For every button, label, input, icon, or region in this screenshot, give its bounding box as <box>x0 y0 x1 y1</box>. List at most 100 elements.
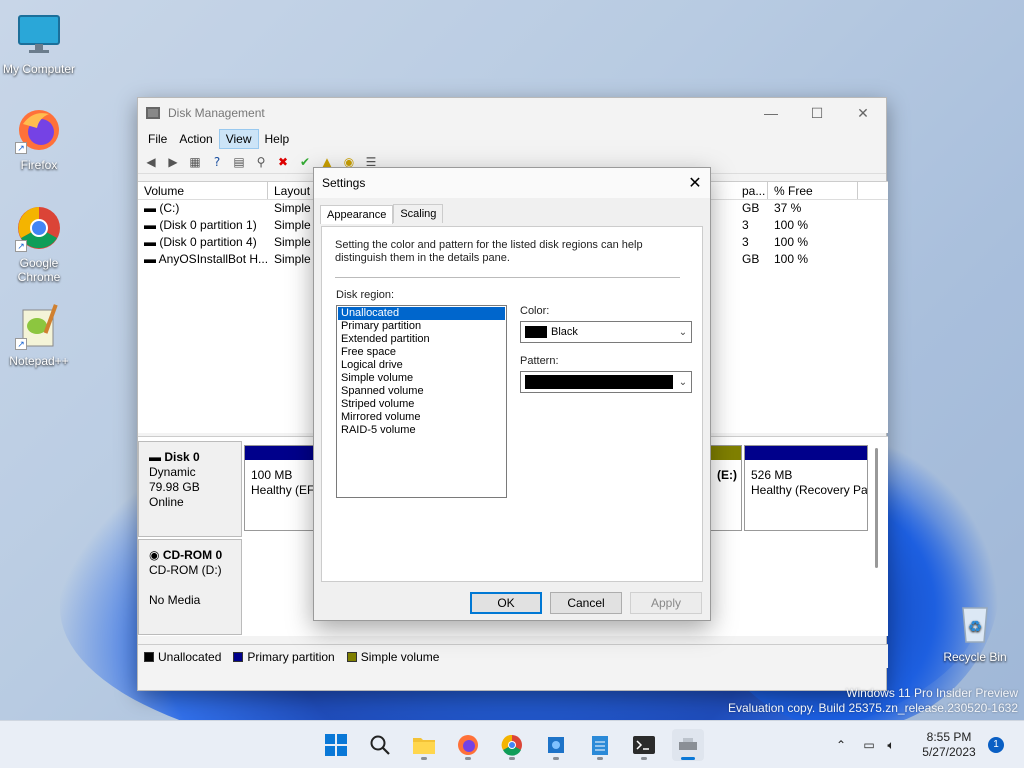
notepad-icon[interactable] <box>584 729 616 761</box>
desktop-icon-label: My Computer <box>2 62 76 76</box>
help-icon[interactable]: ? <box>208 154 226 170</box>
list-item[interactable]: Simple volume <box>338 372 505 385</box>
desktop-icon-notepadpp[interactable]: ↗ Notepad++ <box>0 302 78 368</box>
cancel-button[interactable]: Cancel <box>550 592 622 614</box>
row-free: 100 % <box>774 218 809 232</box>
network-icon[interactable]: ▭ <box>858 738 880 752</box>
pattern-select[interactable]: ⌄ <box>520 371 692 393</box>
shortcut-arrow-icon: ↗ <box>15 240 27 252</box>
desktop-icon-chrome[interactable]: ↗ Google Chrome <box>0 204 78 284</box>
list-item[interactable]: RAID-5 volume <box>338 424 505 437</box>
connect-icon[interactable]: ⚲ <box>252 154 270 170</box>
terminal-icon[interactable] <box>628 729 660 761</box>
window-titlebar: Disk Management — ☐ ✕ <box>138 98 886 128</box>
desktop-icon-label: Recycle Bin <box>943 650 1007 664</box>
volume-icon[interactable]: 🔈︎ <box>880 738 902 753</box>
close-icon[interactable]: ✕ <box>680 173 710 193</box>
app-puzzle-icon[interactable] <box>540 729 572 761</box>
cdrom0-label[interactable]: ◉ CD-ROM 0 CD-ROM (D:) No Media <box>138 539 242 635</box>
partition-efi[interactable]: 100 MB Healthy (EFI <box>244 445 314 531</box>
list-item[interactable]: Unallocated <box>338 307 505 320</box>
drive-icon: ▬ <box>144 218 160 232</box>
list-item[interactable]: Striped volume <box>338 398 505 411</box>
column-percent-free[interactable]: % Free <box>768 182 858 199</box>
clock[interactable]: 8:55 PM 5/27/2023 <box>912 721 986 768</box>
delete-icon[interactable]: ✖ <box>274 154 292 170</box>
legend-unallocated: Unallocated <box>144 650 221 664</box>
tab-scaling[interactable]: Scaling <box>393 204 444 223</box>
desktop-icon-my-computer[interactable]: My Computer <box>0 10 78 76</box>
color-select[interactable]: Black ⌄ <box>520 321 692 343</box>
dialog-title: Settings <box>322 176 366 190</box>
notepadpp-icon: ↗ <box>15 302 63 350</box>
notification-badge[interactable]: 1 <box>988 737 1004 753</box>
menu-file[interactable]: File <box>142 130 173 148</box>
close-button[interactable]: ✕ <box>840 105 886 122</box>
chevron-down-icon: ⌄ <box>678 376 688 388</box>
ok-button[interactable]: OK <box>470 592 542 614</box>
disk-icon: ▬ <box>149 450 165 464</box>
row-capacity: 3 <box>742 235 749 249</box>
disk-management-icon <box>146 107 160 119</box>
settings-dialog: Settings ✕ Appearance Scaling Setting th… <box>313 167 711 621</box>
dialog-titlebar: Settings ✕ <box>314 168 710 198</box>
partition-e[interactable]: (E:) <box>710 445 742 531</box>
desktop-icon-label: Notepad++ <box>9 354 69 368</box>
row-volume: ▬ (C:) <box>144 201 180 215</box>
svg-text:♻: ♻ <box>968 617 982 636</box>
row-layout: Simple <box>274 235 311 249</box>
list-item[interactable]: Extended partition <box>338 333 505 346</box>
row-free: 37 % <box>774 201 802 215</box>
start-button[interactable] <box>320 729 352 761</box>
legend-simple: Simple volume <box>346 650 439 664</box>
row-free: 100 % <box>774 252 809 266</box>
desktop-icon-recycle-bin[interactable]: ♻ Recycle Bin <box>936 598 1014 664</box>
properties-icon[interactable]: ▤ <box>230 154 248 170</box>
drive-icon: ▬ <box>144 235 160 249</box>
row-volume: ▬ AnyOSInstallBot H... <box>144 252 268 266</box>
minimize-button[interactable]: — <box>748 105 794 122</box>
menu-action[interactable]: Action <box>173 130 218 148</box>
apply-button[interactable]: Apply <box>630 592 702 614</box>
chevron-down-icon: ⌄ <box>678 326 688 338</box>
color-swatch <box>525 326 547 338</box>
console-tree-icon[interactable]: ▦ <box>186 154 204 170</box>
list-item[interactable]: Primary partition <box>338 320 505 333</box>
partition-recovery[interactable]: 526 MB Healthy (Recovery Pa <box>744 445 868 531</box>
list-item[interactable]: Spanned volume <box>338 385 505 398</box>
chevron-up-icon[interactable]: ⌃ <box>832 738 850 752</box>
list-item[interactable]: Free space <box>338 346 505 359</box>
disk0-label[interactable]: ▬ Disk 0 Dynamic 79.98 GB Online <box>138 441 242 537</box>
row-layout: Simple <box>274 252 311 266</box>
chrome-taskbar-icon[interactable] <box>496 729 528 761</box>
list-item[interactable]: Mirrored volume <box>338 411 505 424</box>
firefox-taskbar-icon[interactable] <box>452 729 484 761</box>
column-layout[interactable]: Layout <box>268 182 316 199</box>
firefox-icon: ↗ <box>15 106 63 154</box>
shortcut-arrow-icon: ↗ <box>15 338 27 350</box>
menu-help[interactable]: Help <box>259 130 296 148</box>
maximize-button[interactable]: ☐ <box>794 105 840 122</box>
forward-icon[interactable]: ▶ <box>164 154 182 170</box>
disk-management-taskbar-icon[interactable] <box>672 729 704 761</box>
row-volume: ▬ (Disk 0 partition 1) <box>144 218 257 232</box>
back-icon[interactable]: ◀ <box>142 154 160 170</box>
appearance-panel: Setting the color and pattern for the li… <box>321 226 703 582</box>
search-icon[interactable] <box>364 729 396 761</box>
monitor-icon <box>15 10 63 58</box>
row-volume: ▬ (Disk 0 partition 4) <box>144 235 257 249</box>
disk-region-list[interactable]: Unallocated Primary partition Extended p… <box>336 305 507 498</box>
tab-appearance[interactable]: Appearance <box>320 205 394 224</box>
vertical-scrollbar[interactable] <box>875 448 878 568</box>
desktop-icon-firefox[interactable]: ↗ Firefox <box>0 106 78 172</box>
file-explorer-icon[interactable] <box>408 729 440 761</box>
color-value: Black <box>551 326 578 338</box>
recycle-bin-icon: ♻ <box>951 598 999 646</box>
column-volume[interactable]: Volume <box>138 182 268 199</box>
list-item[interactable]: Logical drive <box>338 359 505 372</box>
legend: Unallocated Primary partition Simple vol… <box>138 644 888 668</box>
row-layout: Simple <box>274 218 311 232</box>
check-icon[interactable]: ✔ <box>296 154 314 170</box>
column-capacity[interactable]: pa... <box>736 182 768 199</box>
menu-view[interactable]: View <box>218 129 259 149</box>
